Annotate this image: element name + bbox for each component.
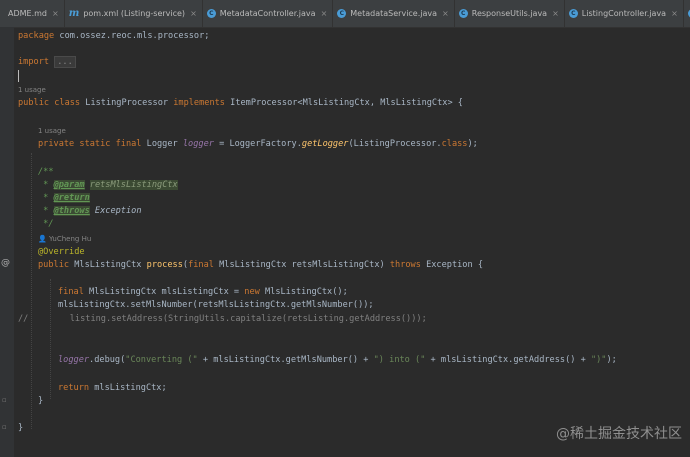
indent-guide: [31, 153, 32, 429]
editor-tab-label: ResponseUtils.java: [471, 9, 548, 18]
editor-tab-label: MetadataService.java: [350, 9, 438, 18]
code-line-import: import ...: [18, 56, 76, 69]
code-line-new-ctx: final MlsListingCtx mlsListingCtx = new …: [58, 287, 348, 297]
close-tab-icon[interactable]: ×: [190, 9, 197, 18]
editor-tab[interactable]: C MetadataController.java ×: [203, 0, 334, 27]
text-cursor: [18, 70, 19, 82]
doc-comment-close: */: [38, 219, 54, 229]
folded-imports[interactable]: ...: [54, 56, 76, 68]
override-gutter-icon[interactable]: @: [1, 258, 10, 268]
code-line-set-mls: mlsListingCtx.setMlsNumber(retsMlsListin…: [58, 300, 374, 310]
author-hint[interactable]: 👤 YuCheng Hu: [38, 233, 91, 246]
close-tab-icon[interactable]: ×: [442, 9, 449, 18]
close-tab-icon[interactable]: ×: [671, 9, 678, 18]
editor-tab[interactable]: ADME.md ×: [0, 0, 65, 27]
user-icon: 👤: [38, 235, 47, 243]
editor-tab-bar: ADME.md × m pom.xml (Listing-service) × C Meta…: [0, 0, 690, 28]
code-editor[interactable]: package com.ossez.reoc.mls.processor; im…: [14, 27, 690, 457]
editor-tab[interactable]: C ListingController.java ×: [565, 0, 684, 27]
code-line-logger-debug: logger.debug("Converting (" + mlsListing…: [58, 355, 617, 365]
code-line-package: package com.ossez.reoc.mls.processor;: [18, 31, 210, 41]
code-line-logger: private static final Logger logger = Log…: [38, 139, 478, 149]
class-icon: C: [458, 9, 468, 18]
class-icon: C: [206, 9, 216, 18]
code-line-class-decl: public class ListingProcessor implements…: [18, 98, 463, 108]
class-icon: C: [568, 9, 578, 18]
indent-guide: [50, 279, 51, 399]
editor-tab-label: ListingController.java: [581, 9, 667, 18]
editor-tab[interactable]: m pom.xml (Listing-service) ×: [65, 0, 203, 27]
doc-return-line: * @return: [38, 193, 90, 203]
doc-throws-line: * @throws Exception: [38, 206, 142, 216]
usage-hint[interactable]: 1 usage: [18, 84, 46, 97]
code-line-return: return mlsListingCtx;: [58, 383, 167, 393]
close-tab-icon[interactable]: ×: [321, 9, 328, 18]
close-tab-icon[interactable]: ×: [52, 9, 59, 18]
editor-tab-label: ADME.md: [8, 9, 48, 18]
code-line-commented: // listing.setAddress(StringUtils.capita…: [18, 314, 427, 324]
fold-marker-icon[interactable]: ▫: [2, 423, 7, 431]
method-close-brace: }: [38, 396, 44, 406]
doc-comment-open: /**: [38, 167, 54, 177]
line-gutter[interactable]: @ ▫ ▫: [0, 27, 14, 457]
editor-tab-label: MetadataController.java: [219, 9, 316, 18]
class-close-brace: }: [18, 423, 24, 433]
fold-marker-icon[interactable]: ▫: [2, 396, 7, 404]
override-annotation: @Override: [38, 247, 85, 257]
maven-icon: m: [68, 8, 80, 19]
text-cursor-line: [18, 70, 19, 83]
editor-tab[interactable]: C MetadataService.java ×: [333, 0, 455, 27]
usage-hint[interactable]: 1 usage: [38, 125, 66, 138]
doc-param-line: * @param retsMlsListingCtx: [38, 180, 178, 190]
editor-tab[interactable]: C ResponseUtils.java ×: [455, 0, 565, 27]
code-line-method-decl: public MlsListingCtx process(final MlsLi…: [38, 260, 483, 270]
class-icon: C: [337, 9, 347, 18]
editor-tab[interactable]: CRetsMetadata.java×: [684, 0, 690, 27]
close-tab-icon[interactable]: ×: [552, 9, 559, 18]
watermark: @稀土掘金技术社区: [556, 426, 682, 442]
editor-tab-label: pom.xml (Listing-service): [83, 9, 186, 18]
